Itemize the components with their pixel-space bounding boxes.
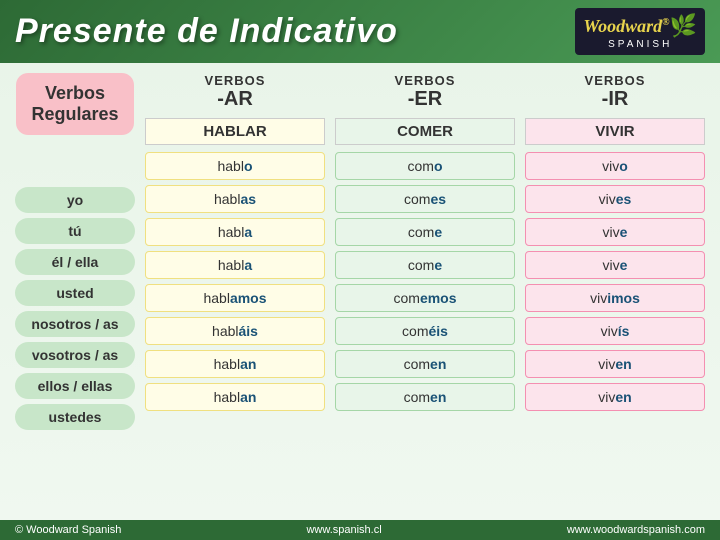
conjugation-ending: e <box>434 257 442 273</box>
conjugation-ending: imos <box>607 290 640 306</box>
ar-ending: -AR <box>217 88 253 111</box>
conjugation-item: vive <box>525 218 705 246</box>
logo-brand: Woodward® <box>583 17 669 35</box>
ar-verbos-label: VERBOS <box>205 73 266 88</box>
conjugation-item: coméis <box>335 317 515 345</box>
footer-copyright: © Woodward Spanish <box>15 524 121 536</box>
conjugation-item: vive <box>525 251 705 279</box>
conjugation-ending: e <box>620 224 628 240</box>
pronoun-item: nosotros / as <box>15 311 135 337</box>
content-area: Verbos Regulares yo tú él / ella usted nosot… <box>0 63 720 435</box>
conjugation-item: habláis <box>145 317 325 345</box>
er-example: COMER <box>335 118 515 145</box>
conjugation-ending: o <box>244 158 253 174</box>
conjugation-item: habla <box>145 251 325 279</box>
conjugation-item: vives <box>525 185 705 213</box>
verb-columns: VERBOS -AR HABLAR hablohablashablahablah… <box>145 73 705 430</box>
conjugation-item: vivís <box>525 317 705 345</box>
ir-ending: -IR <box>602 88 629 111</box>
conjugation-item: comen <box>335 383 515 411</box>
conjugation-ending: en <box>430 356 446 372</box>
conjugation-ending: en <box>430 389 446 405</box>
conjugation-ending: es <box>430 191 446 207</box>
ir-column: VERBOS -IR VIVIR vivo vives vive vive vivimo… <box>525 73 705 430</box>
pronoun-item: vosotros / as <box>15 342 135 368</box>
logo-spanish: SPANISH <box>583 39 697 50</box>
conjugation-ending: en <box>615 356 631 372</box>
conjugation-ending: áis <box>239 323 258 339</box>
conjugation-ending: emos <box>420 290 457 306</box>
conjugation-item: hablan <box>145 383 325 411</box>
conjugation-ending: es <box>616 191 632 207</box>
ar-column: VERBOS -AR HABLAR hablohablashablahablah… <box>145 73 325 430</box>
conjugation-item: comes <box>335 185 515 213</box>
conjugation-item: habla <box>145 218 325 246</box>
footer: © Woodward Spanish www.spanish.cl www.wo… <box>0 520 720 540</box>
ir-header: VERBOS -IR <box>585 73 646 111</box>
page-title: Presente de Indicativo <box>15 12 398 51</box>
pronoun-item: usted <box>15 280 135 306</box>
conjugation-ending: an <box>240 356 256 372</box>
header: Presente de Indicativo Woodward® 🌿 SPANI… <box>0 0 720 63</box>
conjugation-item: hablamos <box>145 284 325 312</box>
footer-website1: www.spanish.cl <box>306 524 381 536</box>
logo-box: Woodward® 🌿 SPANISH <box>575 8 705 55</box>
ir-example: VIVIR <box>525 118 705 145</box>
er-ending: -ER <box>408 88 442 111</box>
conjugation-item: viven <box>525 350 705 378</box>
ar-conjugation-list: hablo hablas habla habla hablamos habláis habl… <box>145 152 325 411</box>
conjugation-item: vivo <box>525 152 705 180</box>
conjugation-item: come <box>335 251 515 279</box>
conjugation-ending: an <box>240 389 256 405</box>
er-header: VERBOS -ER <box>395 73 456 111</box>
conjugation-item: hablas <box>145 185 325 213</box>
conjugation-ending: o <box>434 158 443 174</box>
er-conjugation-list: como comes come come comemos coméis comen comen <box>335 152 515 411</box>
verbos-regulares-box: Verbos Regulares <box>16 73 133 135</box>
conjugation-item: comen <box>335 350 515 378</box>
ar-header: VERBOS -AR <box>205 73 266 111</box>
conjugation-item: come <box>335 218 515 246</box>
er-verbos-label: VERBOS <box>395 73 456 88</box>
conjugation-ending: as <box>240 191 256 207</box>
conjugation-ending: ís <box>618 323 630 339</box>
ar-example: HABLAR <box>145 118 325 145</box>
conjugation-ending: o <box>619 158 628 174</box>
pronoun-item: yo <box>15 187 135 213</box>
conjugation-ending: e <box>620 257 628 273</box>
conjugation-ending: en <box>615 389 631 405</box>
conjugation-item: hablan <box>145 350 325 378</box>
conjugation-ending: a <box>244 257 252 273</box>
conjugation-ending: éis <box>428 323 447 339</box>
conjugation-item: como <box>335 152 515 180</box>
pronoun-column: Verbos Regulares yo tú él / ella usted nosot… <box>15 73 135 430</box>
logo-leaf-icon: 🌿 <box>670 13 697 39</box>
ir-verbos-label: VERBOS <box>585 73 646 88</box>
ir-conjugation-list: vivo vives vive vive vivimos vivís viven viven <box>525 152 705 411</box>
conjugation-ending: e <box>434 224 442 240</box>
pronoun-list: yo tú él / ella usted nosotros / as vosotros … <box>15 187 135 430</box>
pronoun-item: tú <box>15 218 135 244</box>
main-container: Presente de Indicativo Woodward® 🌿 SPANI… <box>0 0 720 540</box>
conjugation-item: comemos <box>335 284 515 312</box>
footer-website2: www.woodwardspanish.com <box>567 524 705 536</box>
conjugation-item: hablo <box>145 152 325 180</box>
conjugation-ending: a <box>244 224 252 240</box>
conjugation-ending: amos <box>230 290 267 306</box>
conjugation-item: viven <box>525 383 705 411</box>
pronoun-item: ustedes <box>15 404 135 430</box>
pronoun-item: él / ella <box>15 249 135 275</box>
er-column: VERBOS -ER COMER como comes come come comemo… <box>335 73 515 430</box>
pronoun-item: ellos / ellas <box>15 373 135 399</box>
conjugation-item: vivimos <box>525 284 705 312</box>
